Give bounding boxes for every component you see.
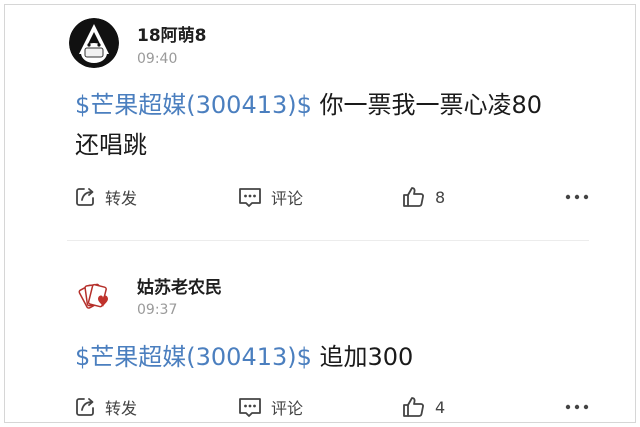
repost-label: 转发 bbox=[105, 399, 138, 418]
screenshot-frame: 18阿萌8 09:40 $芒果超媒(300413)$ 你一票我一票心凌80 还唱… bbox=[4, 4, 636, 423]
comment-button[interactable]: 评论 bbox=[237, 181, 303, 213]
repost-label: 转发 bbox=[105, 189, 138, 208]
post-action-bar: 转发 评论 8 bbox=[5, 181, 635, 213]
post-text-line: 你一票我一票心凌80 bbox=[311, 91, 543, 119]
more-options-button[interactable] bbox=[563, 181, 591, 213]
post-action-bar: 转发 评论 4 bbox=[5, 391, 635, 422]
user-avatar[interactable] bbox=[69, 18, 119, 68]
post-card: 姑苏老农民 09:37 $芒果超媒(300413)$ 追加300 转发 评论 4 bbox=[5, 241, 635, 422]
comment-icon bbox=[239, 188, 261, 207]
username[interactable]: 18阿萌8 bbox=[137, 21, 207, 46]
stock-tag-link[interactable]: $芒果超媒(300413)$ bbox=[75, 91, 312, 119]
post-text-line: 追加300 bbox=[311, 343, 414, 371]
playing-cards-avatar-icon bbox=[69, 271, 119, 321]
repost-icon bbox=[76, 188, 94, 206]
username[interactable]: 姑苏老农民 bbox=[137, 273, 222, 298]
user-avatar[interactable] bbox=[69, 271, 119, 321]
repost-button[interactable]: 转发 bbox=[73, 391, 138, 422]
repost-button[interactable]: 转发 bbox=[73, 181, 137, 213]
like-count: 8 bbox=[435, 187, 446, 207]
comment-button[interactable]: 评论 bbox=[237, 391, 304, 422]
comment-icon bbox=[239, 398, 261, 417]
cartoon-face-avatar-icon bbox=[69, 18, 119, 68]
like-count: 4 bbox=[435, 397, 446, 417]
post-timestamp: 09:37 bbox=[137, 302, 178, 318]
thumbs-up-icon bbox=[403, 397, 424, 417]
like-button[interactable]: 4 bbox=[401, 391, 446, 422]
post-text-line: 还唱跳 bbox=[75, 131, 147, 159]
more-dots-icon bbox=[565, 404, 589, 410]
more-dots-icon bbox=[565, 194, 589, 200]
post-timestamp: 09:40 bbox=[137, 51, 178, 67]
thumbs-up-icon bbox=[403, 187, 424, 207]
stock-tag-link[interactable]: $芒果超媒(300413)$ bbox=[75, 343, 312, 371]
repost-icon bbox=[76, 398, 94, 416]
like-button[interactable]: 8 bbox=[401, 181, 445, 213]
comment-label: 评论 bbox=[271, 399, 304, 418]
post-card: 18阿萌8 09:40 $芒果超媒(300413)$ 你一票我一票心凌80 还唱… bbox=[5, 5, 635, 241]
comment-label: 评论 bbox=[271, 189, 304, 208]
post-content: $芒果超媒(300413)$ 追加300 bbox=[75, 337, 595, 377]
more-options-button[interactable] bbox=[563, 391, 591, 422]
post-content: $芒果超媒(300413)$ 你一票我一票心凌80 还唱跳 bbox=[75, 85, 595, 165]
